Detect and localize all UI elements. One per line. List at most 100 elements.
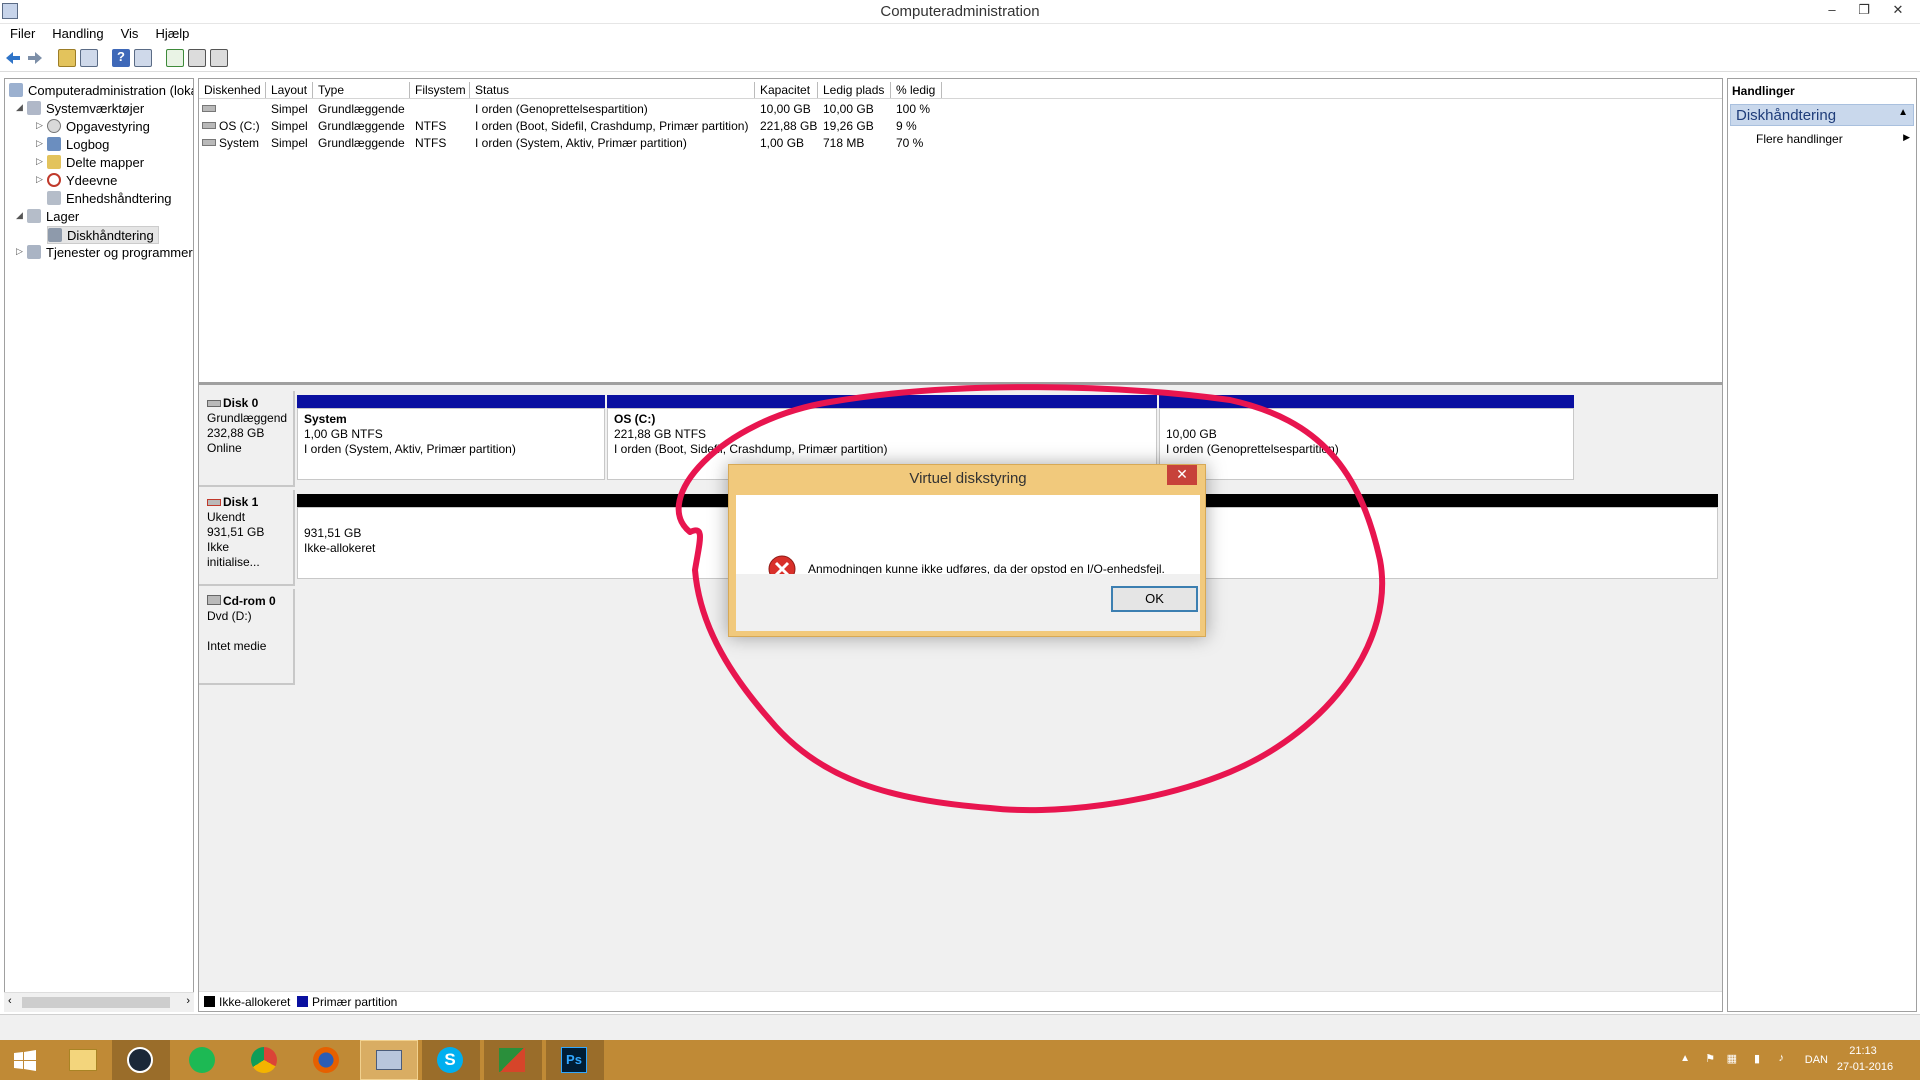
tree-item-storage[interactable]: Lager <box>27 208 79 226</box>
collapse-up-icon[interactable]: ▲ <box>1898 107 1908 118</box>
network-icon[interactable]: ▮ <box>1754 1052 1760 1065</box>
table-row[interactable]: OS (C:) Simpel Grundlæggende NTFS I orde… <box>199 118 1722 135</box>
taskbar-explorer[interactable] <box>54 1040 112 1080</box>
disk-name: Cd-rom 0 <box>223 594 276 608</box>
cdrom-label[interactable]: Cd-rom 0 Dvd (D:) Intet medie <box>199 589 295 685</box>
menu-file[interactable]: Filer <box>0 24 42 41</box>
collapse-arrow-icon[interactable]: ◢ <box>16 102 23 113</box>
more-actions[interactable]: Flere handlinger <box>1756 132 1843 146</box>
clock-date[interactable]: 27-01-2016 <box>1830 1061 1900 1073</box>
cell: Simpel <box>271 136 308 150</box>
tree-item-device-manager[interactable]: Enhedshåndtering <box>47 190 172 208</box>
expand-arrow-icon[interactable]: ▷ <box>36 174 43 185</box>
disk-state: Ikke initialise... <box>207 540 260 569</box>
column-header[interactable]: Ledig plads <box>818 82 891 98</box>
cell: 221,88 GB <box>760 119 818 133</box>
volume-list-header: Diskenhed Layout Type Filsystem Status K… <box>199 82 1722 99</box>
taskbar-computer-management[interactable] <box>360 1040 418 1080</box>
column-header[interactable]: Diskenhed <box>199 82 266 98</box>
scroll-right-icon[interactable]: › <box>186 995 190 1007</box>
tree-horizontal-scrollbar[interactable]: ‹ › <box>4 992 194 1012</box>
column-header[interactable]: Status <box>470 82 755 98</box>
up-folder-icon[interactable] <box>58 49 76 67</box>
expand-arrow-icon[interactable]: ▷ <box>36 138 43 149</box>
partition-recovery[interactable]: 10,00 GB I orden (Genoprettelsespartitio… <box>1159 408 1574 480</box>
properties-icon[interactable] <box>188 49 206 67</box>
dialog-close-button[interactable]: ✕ <box>1167 465 1197 485</box>
legend-primary-swatch <box>297 996 308 1007</box>
menu-view[interactable]: Vis <box>111 24 146 41</box>
actions-section-diskmgmt[interactable]: Diskhåndtering ▲ <box>1730 104 1914 126</box>
table-row[interactable]: Simpel Grundlæggende I orden (Genoprette… <box>199 101 1722 118</box>
clock-time[interactable]: 21:13 <box>1838 1045 1888 1057</box>
minimize-button[interactable]: – <box>1818 0 1846 22</box>
refresh-icon[interactable] <box>166 49 184 67</box>
show-hidden-icons-icon[interactable]: ▲ <box>1680 1053 1690 1064</box>
disk-name: Disk 1 <box>223 495 259 509</box>
disk-name: Disk 0 <box>223 396 259 410</box>
partition-size: 1,00 GB NTFS <box>304 427 383 441</box>
column-header[interactable]: Layout <box>266 82 313 98</box>
flag-icon[interactable]: ⚑ <box>1705 1052 1715 1065</box>
tree-item-disk-management[interactable]: Diskhåndtering <box>47 226 159 244</box>
tree-item-shared-folders[interactable]: Delte mapper <box>47 154 144 172</box>
folder-icon <box>69 1049 97 1071</box>
column-header[interactable]: Kapacitet <box>755 82 818 98</box>
partition-status: I orden (Genoprettelsespartition) <box>1166 442 1339 456</box>
show-action-pane-icon[interactable] <box>134 49 152 67</box>
forward-arrow-icon[interactable] <box>26 49 44 67</box>
restore-button[interactable]: ❐ <box>1850 0 1878 22</box>
language-indicator[interactable]: DAN <box>1805 1054 1828 1066</box>
submenu-arrow-icon[interactable]: ▶ <box>1903 132 1910 143</box>
legend: Ikke-allokeret Primær partition <box>199 991 1722 1011</box>
settings-icon[interactable] <box>210 49 228 67</box>
legend-unallocated-label: Ikke-allokeret <box>219 995 291 1009</box>
windows-update-icon[interactable]: ▦ <box>1727 1052 1737 1065</box>
column-header[interactable]: Type <box>313 82 410 98</box>
collapse-arrow-icon[interactable]: ◢ <box>16 210 23 221</box>
taskbar-app[interactable] <box>484 1040 542 1080</box>
tree-item-performance[interactable]: Ydeevne <box>47 172 117 190</box>
help-icon[interactable]: ? <box>112 49 130 67</box>
tree-item-services[interactable]: Tjenester og programmer <box>27 244 193 262</box>
expand-arrow-icon[interactable]: ▷ <box>36 156 43 167</box>
disk-state: Intet medie <box>207 639 267 653</box>
scroll-thumb[interactable] <box>22 997 170 1008</box>
taskbar-skype[interactable]: S <box>422 1040 480 1080</box>
tree-item-event-viewer[interactable]: Logbog <box>47 136 109 154</box>
tree-root[interactable]: Computeradministration (lokal <box>9 82 193 100</box>
taskbar-chrome[interactable] <box>236 1040 294 1080</box>
spotify-icon <box>189 1047 215 1073</box>
partition-system[interactable]: System 1,00 GB NTFS I orden (System, Akt… <box>297 408 605 480</box>
firefox-icon <box>313 1047 339 1073</box>
error-dialog: Virtuel diskstyring ✕ Anmodningen kunne … <box>728 464 1206 637</box>
start-button[interactable] <box>0 1040 58 1080</box>
dialog-body: Anmodningen kunne ikke udføres, da der o… <box>736 495 1200 631</box>
disk-0-label[interactable]: Disk 0 Grundlæggend 232,88 GB Online <box>199 391 295 487</box>
tree-item-system-tools[interactable]: Systemværktøjer <box>27 100 144 118</box>
partition-name: System <box>304 412 347 426</box>
close-button[interactable]: ✕ <box>1884 0 1912 22</box>
expand-arrow-icon[interactable]: ▷ <box>16 246 23 257</box>
show-hide-tree-icon[interactable] <box>80 49 98 67</box>
column-header[interactable]: Filsystem <box>410 82 470 98</box>
cell: I orden (Boot, Sidefil, Crashdump, Primæ… <box>475 119 749 133</box>
taskbar-firefox[interactable] <box>298 1040 356 1080</box>
tree-item-task-scheduler[interactable]: Opgavestyring <box>47 118 150 136</box>
menu-help[interactable]: Hjælp <box>145 24 196 41</box>
taskbar: S Ps ▲ ⚑ ▦ ▮ ♪ DAN 21:13 27-01-2016 <box>0 1040 1920 1080</box>
menu-action[interactable]: Handling <box>42 24 110 41</box>
expand-arrow-icon[interactable]: ▷ <box>36 120 43 131</box>
disk-1-label[interactable]: Disk 1 Ukendt 931,51 GB Ikke initialise.… <box>199 490 295 586</box>
taskbar-steam[interactable] <box>112 1040 170 1080</box>
services-icon <box>27 245 41 259</box>
taskbar-spotify[interactable] <box>174 1040 232 1080</box>
volume-icon[interactable]: ♪ <box>1779 1052 1785 1064</box>
volume-list: Diskenhed Layout Type Filsystem Status K… <box>199 79 1722 385</box>
column-header[interactable]: % ledig <box>891 82 942 98</box>
ok-button[interactable]: OK <box>1111 586 1198 612</box>
back-arrow-icon[interactable] <box>4 49 22 67</box>
table-row[interactable]: System Simpel Grundlæggende NTFS I orden… <box>199 135 1722 152</box>
scroll-left-icon[interactable]: ‹ <box>8 995 12 1007</box>
taskbar-photoshop[interactable]: Ps <box>546 1040 604 1080</box>
